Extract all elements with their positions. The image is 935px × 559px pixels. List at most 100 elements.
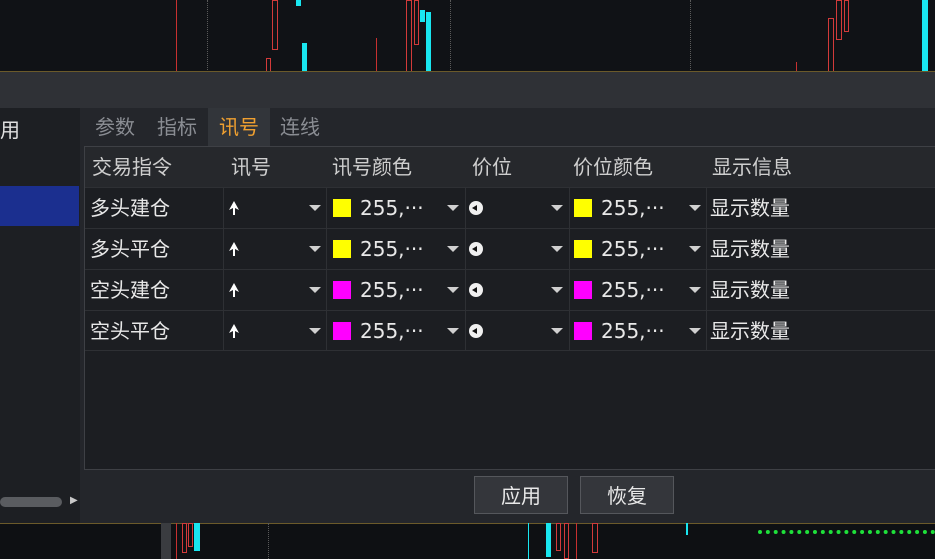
instruction-cell: 多头建仓	[90, 196, 170, 220]
display-info-cell[interactable]: 显示数量	[710, 229, 790, 269]
chart-candle	[828, 18, 834, 72]
signal-color-value: 255,···	[360, 237, 424, 261]
arrow-up-icon	[229, 242, 239, 256]
chart-gridline	[268, 523, 269, 559]
chart-candle	[844, 0, 849, 32]
dialog-title-bar[interactable]	[0, 72, 935, 108]
chart-candle	[194, 523, 200, 551]
table-row: 多头平仓 255,··· 255,··· 显示数量	[85, 228, 935, 269]
signal-color-swatch	[333, 240, 351, 258]
column-divider	[326, 229, 327, 269]
column-divider	[223, 229, 224, 269]
chart-candle	[176, 523, 177, 559]
column-header-price-color: 价位颜色	[573, 155, 653, 179]
column-divider	[326, 311, 327, 351]
circle-arrow-left-icon	[469, 242, 483, 256]
price-color-dropdown-chevron-icon[interactable]	[689, 328, 701, 334]
tab-connection[interactable]: 连线	[270, 108, 330, 146]
display-info-cell[interactable]: 显示数量	[710, 188, 790, 228]
signal-color-dropdown-chevron-icon[interactable]	[447, 205, 459, 211]
column-divider	[465, 229, 466, 269]
price-dropdown-chevron-icon[interactable]	[551, 205, 563, 211]
apply-button[interactable]: 应用	[474, 476, 568, 514]
price-color-value: 255,···	[601, 319, 665, 343]
price-dropdown-chevron-icon[interactable]	[551, 287, 563, 293]
chart-candle	[406, 0, 412, 72]
tab-signal[interactable]: 讯号	[208, 108, 270, 146]
chart-candle	[564, 523, 569, 559]
table-row: 空头建仓 255,··· 255,··· 显示数量	[85, 269, 935, 310]
price-color-dropdown-chevron-icon[interactable]	[689, 287, 701, 293]
table-header: 交易指令 讯号 讯号颜色 价位 价位颜色 显示信息	[85, 147, 935, 187]
chart-candle	[414, 0, 419, 45]
column-header-display: 显示信息	[712, 155, 792, 179]
column-divider	[569, 311, 570, 351]
chart-candle	[556, 523, 561, 551]
circle-arrow-left-icon	[469, 324, 483, 338]
signal-color-value: 255,···	[360, 278, 424, 302]
price-dropdown-chevron-icon[interactable]	[551, 246, 563, 252]
signal-dropdown-chevron-icon[interactable]	[309, 287, 321, 293]
chart-gridline	[450, 0, 451, 72]
instruction-cell: 空头建仓	[90, 278, 170, 302]
display-info-cell[interactable]: 显示数量	[710, 270, 790, 310]
signal-dropdown-chevron-icon[interactable]	[309, 328, 321, 334]
tab-indicator[interactable]: 指标	[146, 108, 208, 146]
column-divider	[569, 229, 570, 269]
tab-params[interactable]: 参数	[84, 108, 146, 146]
chart-baseline	[0, 523, 935, 524]
price-color-value: 255,···	[601, 196, 665, 220]
signal-color-swatch	[333, 199, 351, 217]
background-chart-top	[0, 0, 935, 72]
signal-dropdown-chevron-icon[interactable]	[309, 246, 321, 252]
chart-divider	[161, 523, 171, 559]
signal-color-dropdown-chevron-icon[interactable]	[447, 287, 459, 293]
price-color-swatch	[574, 199, 592, 217]
circle-arrow-left-icon	[469, 201, 483, 215]
column-divider	[465, 270, 466, 310]
instruction-cell: 空头平仓	[90, 319, 170, 343]
chart-candle	[922, 0, 928, 72]
chart-candle	[576, 523, 577, 559]
price-color-dropdown-chevron-icon[interactable]	[689, 246, 701, 252]
chart-candle	[836, 0, 842, 40]
signal-color-value: 255,···	[360, 196, 424, 220]
column-divider	[223, 311, 224, 351]
arrow-up-icon	[229, 201, 239, 215]
chart-candle	[296, 0, 301, 6]
column-divider	[706, 311, 707, 351]
price-dropdown-chevron-icon[interactable]	[551, 328, 563, 334]
column-header-instruction: 交易指令	[92, 155, 172, 179]
left-pane-header: 用	[0, 118, 20, 142]
column-divider	[706, 188, 707, 228]
column-divider	[465, 188, 466, 228]
price-color-swatch	[574, 322, 592, 340]
price-color-swatch	[574, 240, 592, 258]
circle-arrow-left-icon	[469, 283, 483, 297]
table-row: 多头建仓 255,··· 255,··· 显示数量	[85, 187, 935, 228]
column-header-signal-color: 讯号颜色	[332, 155, 412, 179]
column-divider	[223, 270, 224, 310]
scroll-right-icon[interactable]: ▶	[70, 495, 78, 506]
column-divider	[223, 188, 224, 228]
column-divider	[569, 270, 570, 310]
table-row: 空头平仓 255,··· 255,··· 显示数量	[85, 310, 935, 351]
restore-button[interactable]: 恢复	[580, 476, 674, 514]
chart-candle	[188, 523, 193, 547]
arrow-up-icon	[229, 283, 239, 297]
column-divider	[706, 229, 707, 269]
price-color-dropdown-chevron-icon[interactable]	[689, 205, 701, 211]
column-divider	[706, 270, 707, 310]
signal-color-dropdown-chevron-icon[interactable]	[447, 328, 459, 334]
column-header-signal: 讯号	[231, 155, 271, 179]
display-info-cell[interactable]: 显示数量	[710, 311, 790, 351]
chart-candle	[376, 38, 377, 72]
selected-indicator-item[interactable]	[0, 186, 79, 226]
signal-dropdown-chevron-icon[interactable]	[309, 205, 321, 211]
price-color-swatch	[574, 281, 592, 299]
chart-candle	[420, 10, 425, 22]
column-header-price: 价位	[472, 155, 512, 179]
horizontal-scrollbar[interactable]	[0, 497, 62, 507]
signal-color-dropdown-chevron-icon[interactable]	[447, 246, 459, 252]
signal-color-swatch	[333, 281, 351, 299]
